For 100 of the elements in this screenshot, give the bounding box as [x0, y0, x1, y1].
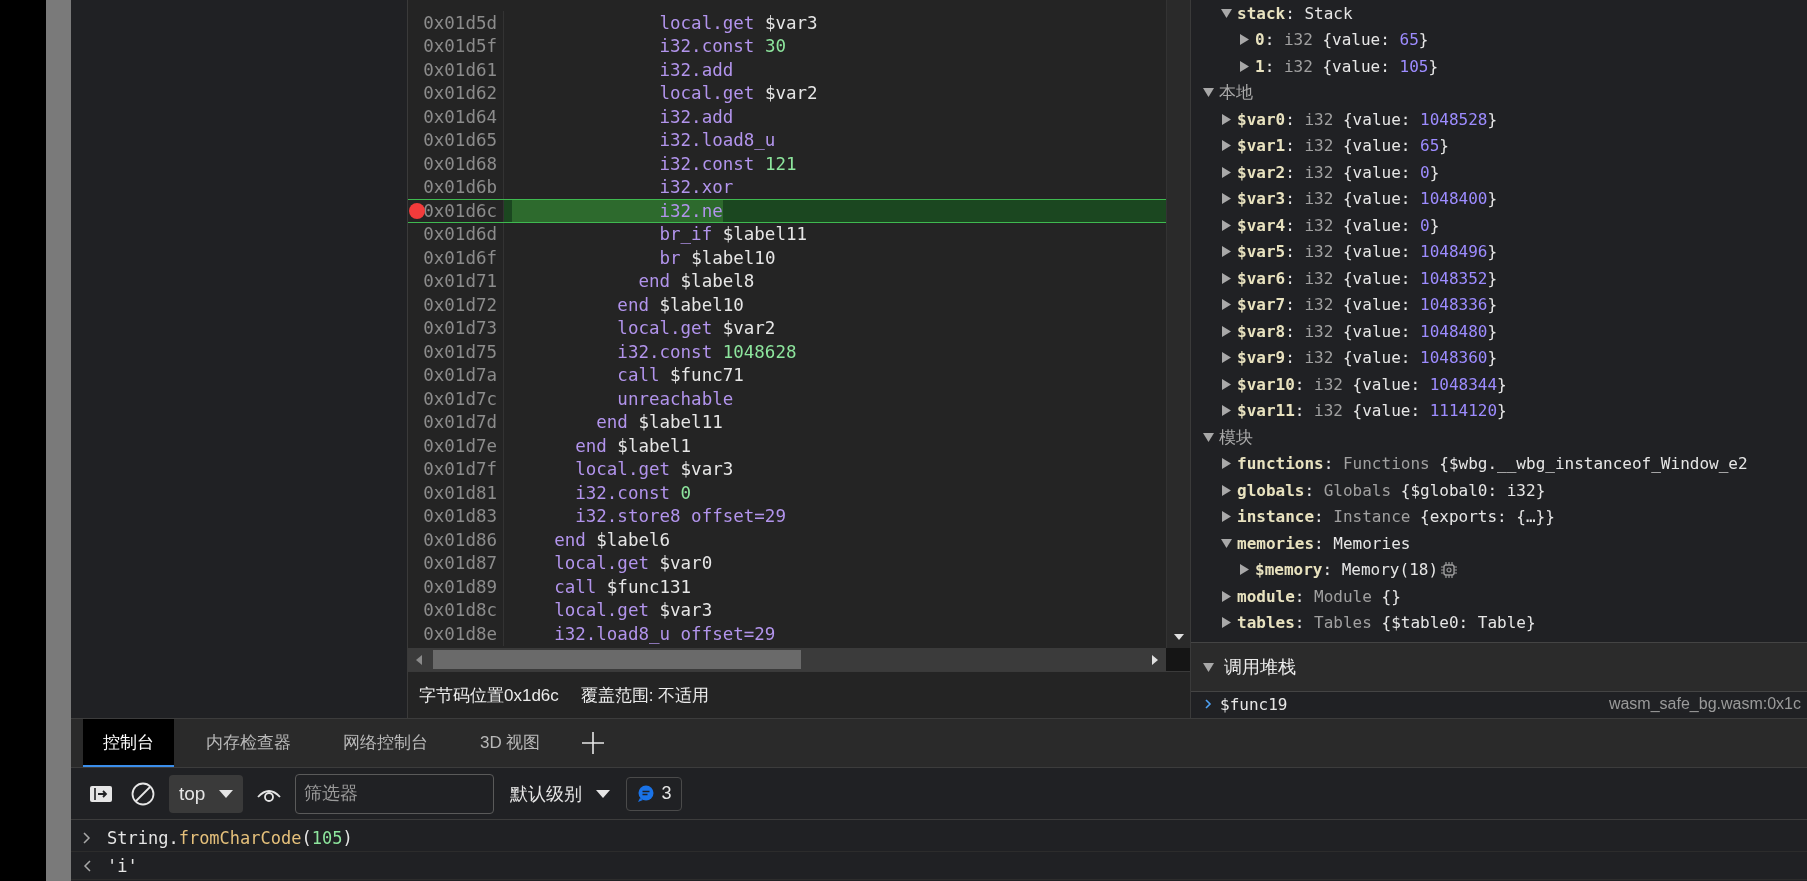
scope-section-label[interactable]: 本地 [1219, 81, 1253, 105]
line-address[interactable]: 0x01d75 [423, 341, 497, 362]
scope-property[interactable]: $var8: i32 {value: 1048480} [1237, 321, 1498, 341]
line-address[interactable]: 0x01d72 [423, 294, 497, 315]
scope-property[interactable]: $var5: i32 {value: 1048496} [1237, 242, 1498, 262]
scope-property[interactable]: $var2: i32 {value: 0} [1237, 162, 1440, 182]
chip-icon[interactable] [1440, 560, 1459, 579]
log-level-dropdown[interactable]: 默认级别 [504, 781, 617, 806]
code-line: call $func71 [616, 364, 744, 387]
message-count-button[interactable]: 3 [626, 776, 683, 811]
call-stack-header[interactable]: 调用堆栈 [1191, 642, 1807, 692]
line-address[interactable]: 0x01d6f [423, 247, 497, 268]
expand-triangle-icon[interactable] [1221, 166, 1232, 178]
filter-field[interactable]: 筛选器 [295, 773, 495, 814]
scope-property[interactable]: $var10: i32 {value: 1048344} [1237, 374, 1507, 394]
expand-triangle-icon[interactable] [1221, 484, 1232, 496]
scroll-left-icon[interactable] [416, 654, 422, 665]
line-address[interactable]: 0x01d81 [423, 482, 497, 503]
expand-triangle-icon[interactable] [1221, 193, 1232, 205]
line-address[interactable]: 0x01d7c [423, 388, 497, 409]
expand-triangle-icon[interactable] [1239, 34, 1250, 46]
collapse-triangle-icon[interactable] [1203, 431, 1214, 443]
scrollbar-thumb[interactable] [433, 650, 801, 669]
scope-property[interactable]: instance: Instance {exports: {…}} [1237, 507, 1555, 527]
expand-triangle-icon[interactable] [1221, 113, 1232, 125]
line-address[interactable]: 0x01d62 [423, 83, 497, 104]
line-address[interactable]: 0x01d73 [423, 318, 497, 339]
line-address[interactable]: 0x01d8e [423, 623, 497, 644]
code-line: local.get $var3 [574, 458, 734, 481]
drawer-tab[interactable]: 3D 视图 [460, 719, 561, 767]
code-line: local.get $var3 [553, 599, 713, 622]
scope-property[interactable]: tables: Tables {$table0: Table} [1237, 613, 1536, 633]
line-address[interactable]: 0x01d7a [423, 365, 497, 386]
collapse-triangle-icon[interactable] [1221, 537, 1232, 549]
scope-property[interactable]: $var7: i32 {value: 1048336} [1237, 295, 1498, 315]
expand-triangle-icon[interactable] [1221, 617, 1232, 629]
expand-triangle-icon[interactable] [1239, 564, 1250, 576]
line-address[interactable]: 0x01d7f [423, 459, 497, 480]
line-address[interactable]: 0x01d6d [423, 224, 497, 245]
scope-property[interactable]: memories: Memories [1237, 533, 1411, 553]
line-address[interactable]: 0x01d71 [423, 271, 497, 292]
scope-property[interactable]: $var4: i32 {value: 0} [1237, 215, 1440, 235]
scope-property[interactable]: 1: i32 {value: 105} [1255, 56, 1439, 76]
drawer-tab[interactable]: 内存检查器 [186, 719, 311, 767]
line-address[interactable]: 0x01d6b [423, 177, 497, 198]
call-stack-frame[interactable]: $func19 wasm_safe_bg.wasm:0x1c [1191, 692, 1807, 716]
drawer-tab[interactable]: 控制台 [83, 719, 174, 767]
scope-property[interactable]: $var9: i32 {value: 1048360} [1237, 348, 1498, 368]
line-address[interactable]: 0x01d87 [423, 553, 497, 574]
line-address[interactable]: 0x01d7d [423, 412, 497, 433]
collapse-triangle-icon[interactable] [1203, 87, 1214, 99]
line-address[interactable]: 0x01d8c [423, 600, 497, 621]
line-address[interactable]: 0x01d5f [423, 36, 497, 57]
expand-triangle-icon[interactable] [1221, 325, 1232, 337]
expand-triangle-icon[interactable] [1239, 60, 1250, 72]
scope-property[interactable]: stack: Stack [1237, 3, 1353, 23]
drawer-tab[interactable]: 网络控制台 [323, 719, 448, 767]
scope-property[interactable]: $var11: i32 {value: 1114120} [1237, 401, 1507, 421]
scope-property[interactable]: globals: Globals {$global0: i32} [1237, 480, 1546, 500]
frame-location[interactable]: wasm_safe_bg.wasm:0x1c [1608, 695, 1807, 713]
scope-property[interactable]: module: Module {} [1237, 586, 1401, 606]
line-address[interactable]: 0x01d64 [423, 106, 497, 127]
expand-triangle-icon[interactable] [1221, 299, 1232, 311]
line-address[interactable]: 0x01d68 [423, 153, 497, 174]
expand-triangle-icon[interactable] [1221, 246, 1232, 258]
line-address[interactable]: 0x01d5d [423, 12, 497, 33]
scope-section-label[interactable]: 模块 [1219, 425, 1253, 449]
line-address[interactable]: 0x01d65 [423, 130, 497, 151]
expand-triangle-icon[interactable] [1221, 352, 1232, 364]
scope-property[interactable]: $var0: i32 {value: 1048528} [1237, 109, 1498, 129]
code-line: call $func131 [553, 575, 692, 599]
expand-triangle-icon[interactable] [1221, 272, 1232, 284]
horizontal-scrollbar[interactable] [408, 648, 1166, 671]
scope-property[interactable]: $var6: i32 {value: 1048352} [1237, 268, 1498, 288]
collapse-triangle-icon[interactable] [1203, 661, 1214, 673]
breakpoint-icon[interactable] [409, 202, 425, 219]
line-address[interactable]: 0x01d89 [423, 576, 497, 597]
line-address[interactable]: 0x01d61 [423, 59, 497, 80]
expand-triangle-icon[interactable] [1221, 140, 1232, 152]
expand-triangle-icon[interactable] [1221, 405, 1232, 417]
expand-triangle-icon[interactable] [1221, 219, 1232, 231]
expand-triangle-icon[interactable] [1221, 511, 1232, 523]
collapse-triangle-icon[interactable] [1221, 7, 1232, 19]
scope-property[interactable]: $var1: i32 {value: 65} [1237, 136, 1449, 156]
scroll-right-icon[interactable] [1152, 654, 1158, 665]
scroll-down-icon[interactable] [1173, 634, 1184, 640]
scope-property[interactable]: $var3: i32 {value: 1048400} [1237, 189, 1498, 209]
code-line: unreachable [616, 387, 734, 411]
line-address[interactable]: 0x01d7e [423, 435, 497, 456]
context-dropdown[interactable]: top [169, 774, 244, 813]
expand-triangle-icon[interactable] [1221, 590, 1232, 602]
scope-property[interactable]: 0: i32 {value: 65} [1255, 30, 1429, 50]
line-address[interactable]: 0x01d86 [423, 529, 497, 550]
expand-triangle-icon[interactable] [1221, 458, 1232, 470]
scope-property[interactable]: $memory: Memory(18) [1255, 560, 1439, 580]
vertical-scrollbar[interactable] [1166, 0, 1190, 648]
expand-triangle-icon[interactable] [1221, 378, 1232, 390]
code-line: local.get $var0 [553, 552, 713, 575]
scope-property[interactable]: functions: Functions {$wbg.__wbg_instanceof_Window_e2 [1237, 454, 1748, 474]
line-address[interactable]: 0x01d83 [423, 506, 497, 527]
